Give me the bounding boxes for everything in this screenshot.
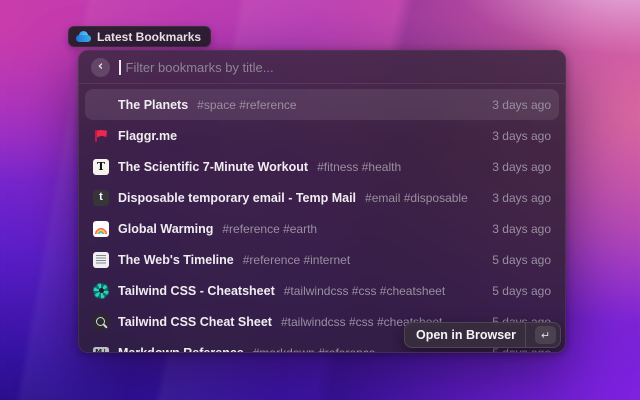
bookmark-row[interactable]: The Scientific 7-Minute Workout #fitness… xyxy=(85,151,559,182)
bookmark-tags: #email #disposable xyxy=(365,190,468,205)
bookmark-title: Flaggr.me xyxy=(118,128,178,143)
open-in-browser-button[interactable]: Open in Browser ↵ xyxy=(403,322,561,348)
bookmark-title: Tailwind CSS Cheat Sheet xyxy=(118,314,272,329)
bookmark-title: Markdown Reference xyxy=(118,346,244,353)
bookmark-timestamp: 3 days ago xyxy=(492,190,551,205)
bookmark-tags: #reference #earth xyxy=(222,221,318,236)
chevron-left-icon: ‹ xyxy=(97,58,104,74)
bookmark-tags: #fitness #health xyxy=(317,159,402,174)
markdown-icon xyxy=(93,347,109,352)
bookmark-title: The Scientific 7-Minute Workout xyxy=(118,159,309,174)
bookmark-row[interactable]: Tailwind CSS - Cheatsheet #tailwindcss #… xyxy=(85,275,559,306)
bookmark-row[interactable]: The Planets #space #reference 3 days ago xyxy=(85,89,559,120)
bookmark-title: Tailwind CSS - Cheatsheet xyxy=(118,283,275,298)
flag-icon xyxy=(93,128,109,144)
blank-icon xyxy=(93,97,109,113)
magnifier-icon xyxy=(93,313,109,330)
rainbow-icon xyxy=(93,220,109,237)
search-input[interactable] xyxy=(125,59,553,75)
bookmark-timestamp: 3 days ago xyxy=(492,221,551,236)
bookmark-row[interactable]: Flaggr.me 3 days ago xyxy=(85,120,559,151)
text-caret xyxy=(119,59,121,75)
bookmark-title: Disposable temporary email - Temp Mail xyxy=(118,190,357,205)
bookmark-title: Global Warming xyxy=(118,221,214,236)
open-in-browser-label: Open in Browser xyxy=(415,328,516,342)
nyt-icon xyxy=(93,158,109,175)
bookmark-list: The Planets #space #reference 3 days ago… xyxy=(79,84,565,352)
divider xyxy=(525,323,526,347)
return-key-icon: ↵ xyxy=(535,326,556,344)
bookmark-tags: #markdown #reference xyxy=(253,346,376,353)
tailwind-icon xyxy=(93,282,109,299)
search-bar: ‹ xyxy=(79,51,565,84)
tempmail-icon xyxy=(93,189,109,206)
bookmark-timestamp: 5 days ago xyxy=(492,283,551,298)
bookmark-timestamp: 5 days ago xyxy=(492,252,551,267)
bookmark-row[interactable]: Disposable temporary email - Temp Mail #… xyxy=(85,182,559,213)
timeline-icon xyxy=(93,251,109,268)
latest-bookmarks-chip[interactable]: Latest Bookmarks xyxy=(68,26,212,47)
bookmark-row[interactable]: Global Warming #reference #earth 3 days … xyxy=(85,213,559,244)
bookmark-timestamp: 3 days ago xyxy=(492,97,551,112)
chip-label: Latest Bookmarks xyxy=(97,29,202,44)
bookmark-title: The Planets xyxy=(118,97,189,112)
bookmark-timestamp: 3 days ago xyxy=(492,159,551,174)
bookmark-row[interactable]: The Web's Timeline #reference #internet … xyxy=(85,244,559,275)
bookmark-title: The Web's Timeline xyxy=(118,252,234,267)
back-button[interactable]: ‹ xyxy=(91,57,110,77)
bookmark-timestamp: 3 days ago xyxy=(492,128,551,143)
bookmarks-panel: ‹ The Planets #space #reference 3 days a… xyxy=(78,50,566,353)
bookmark-tags: #reference #internet xyxy=(242,252,351,267)
bookmark-tags: #tailwindcss #css #cheatsheet xyxy=(283,283,446,298)
bookmark-tags: #space #reference xyxy=(197,97,297,112)
cloud-icon xyxy=(76,30,91,43)
